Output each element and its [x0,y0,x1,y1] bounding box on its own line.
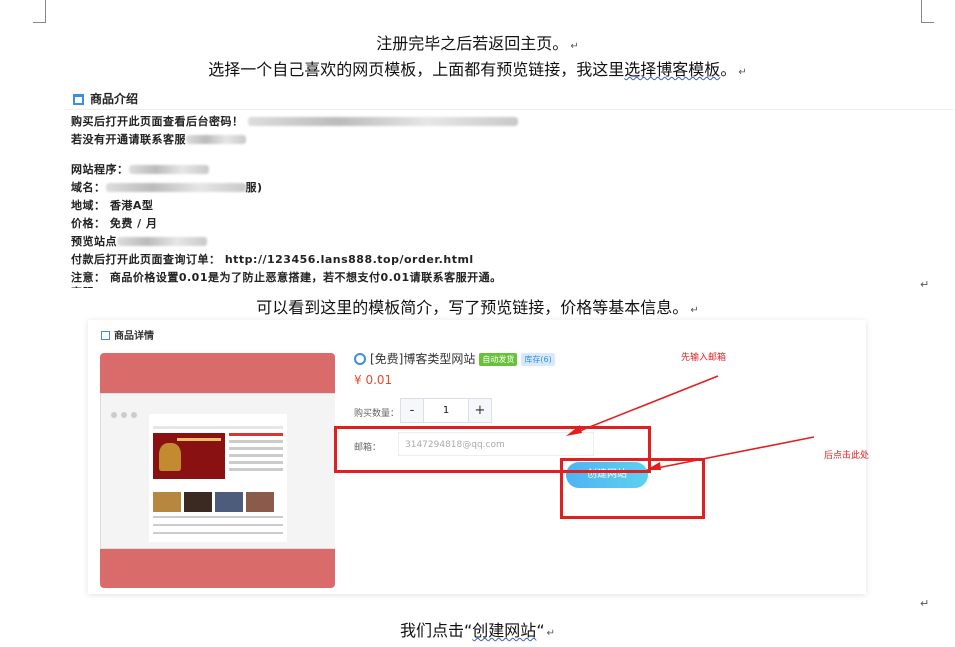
paragraph-4: 我们点击“创建网站“ ↵ [0,617,955,641]
paragraph-mark: ↵ [920,597,930,610]
paragraph-mark: ↵ [546,628,555,639]
annotation-click-here: 后点击此处 [824,451,870,461]
arrow-to-button [651,436,815,470]
annotation-arrows [566,375,815,470]
arrow-to-email [571,375,719,435]
arrow-head-button [646,462,661,470]
quote-close: “ [536,621,545,640]
annotation-enter-email: 先输入邮箱 [681,353,727,363]
quoted-create-website: 创建网站 [472,621,537,640]
arrow-head-email [566,425,582,436]
paragraph-4-text: 我们点击 [399,621,464,640]
